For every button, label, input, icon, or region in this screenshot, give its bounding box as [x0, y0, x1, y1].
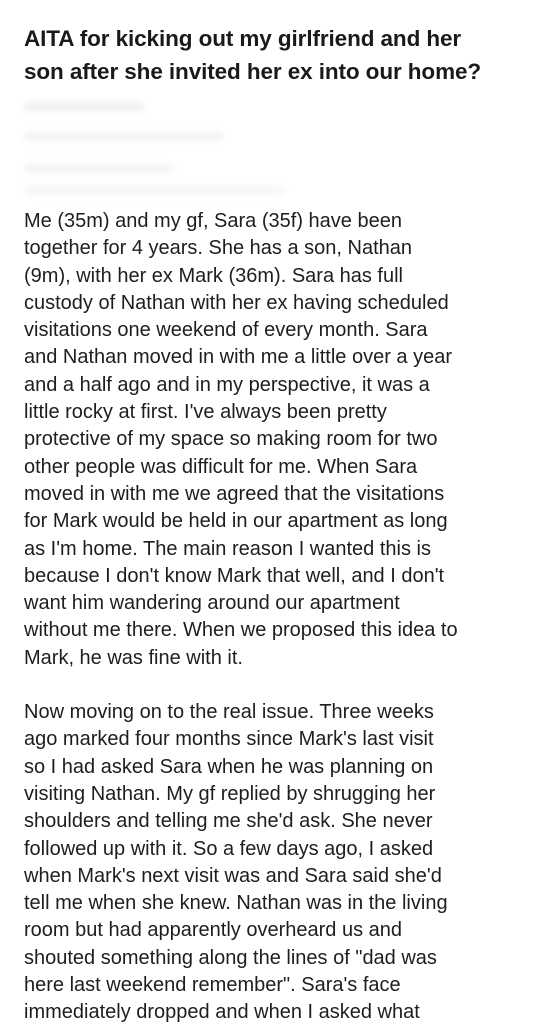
blurred-text: [24, 132, 224, 141]
text-line: want him wandering around our apartment: [24, 592, 400, 615]
text-line: visiting Nathan. My gf replied by shrugg…: [24, 782, 436, 805]
text-line: tell me when she knew. Nathan was in the…: [24, 892, 448, 915]
text-line: little rocky at first. I've always been …: [24, 401, 387, 424]
text-line: here last weekend remember". Sara's face: [24, 974, 401, 997]
paragraph-1: Me (35m) and my gf, Sara (35f) have been…: [24, 208, 534, 672]
text-line: together for 4 years. She has a son, Nat…: [24, 237, 413, 260]
post: AITA for kicking out my girlfriend and h…: [24, 0, 534, 1027]
text-line: Mark, he was fine with it.: [24, 646, 243, 669]
text-line: shouted something along the lines of "da…: [24, 946, 437, 969]
text-line: moved in with me we agreed that the visi…: [24, 482, 445, 505]
post-body: Me (35m) and my gf, Sara (35f) have been…: [24, 208, 534, 1027]
post-title-line: son after she invited her ex into our ho…: [24, 59, 482, 84]
text-line: immediately dropped and when I asked wha…: [24, 1001, 420, 1024]
post-title: AITA for kicking out my girlfriend and h…: [24, 0, 534, 88]
text-line: Me (35m) and my gf, Sara (35f) have been: [24, 210, 402, 232]
blurred-text: [24, 102, 144, 111]
text-line: other people was difficult for me. When …: [24, 455, 418, 478]
text-line: because I don't know Mark that well, and…: [24, 564, 445, 587]
paragraph-2: Now moving on to the real issue. Three w…: [24, 699, 534, 1027]
text-line: Now moving on to the real issue. Three w…: [24, 701, 434, 724]
text-line: and Nathan moved in with me a little ove…: [24, 346, 452, 369]
text-line: protective of my space so making room fo…: [24, 428, 438, 451]
text-line: when Mark's next visit was and Sara said…: [24, 864, 442, 887]
text-line: shoulders and telling me she'd ask. She …: [24, 810, 433, 833]
post-title-line: AITA for kicking out my girlfriend and h…: [24, 26, 462, 51]
text-line: room but had apparently overheard us and: [24, 919, 403, 942]
text-line: and a half ago and in my perspective, it…: [24, 373, 430, 396]
text-line: so I had asked Sara when he was planning…: [24, 755, 434, 778]
blurred-text: [24, 186, 284, 195]
text-line: followed up with it. So a few days ago, …: [24, 837, 434, 860]
blurred-post-metadata: [24, 88, 534, 208]
text-line: as I'm home. The main reason I wanted th…: [24, 537, 431, 560]
text-line: visitations one weekend of every month. …: [24, 319, 428, 342]
text-line: without me there. When we proposed this …: [24, 619, 458, 642]
text-line: ago marked four months since Mark's last…: [24, 728, 434, 751]
text-line: (9m), with her ex Mark (36m). Sara has f…: [24, 264, 403, 287]
text-line: custody of Nathan with her ex having sch…: [24, 291, 449, 314]
blurred-text: [24, 164, 174, 173]
text-line: for Mark would be held in our apartment …: [24, 510, 448, 533]
